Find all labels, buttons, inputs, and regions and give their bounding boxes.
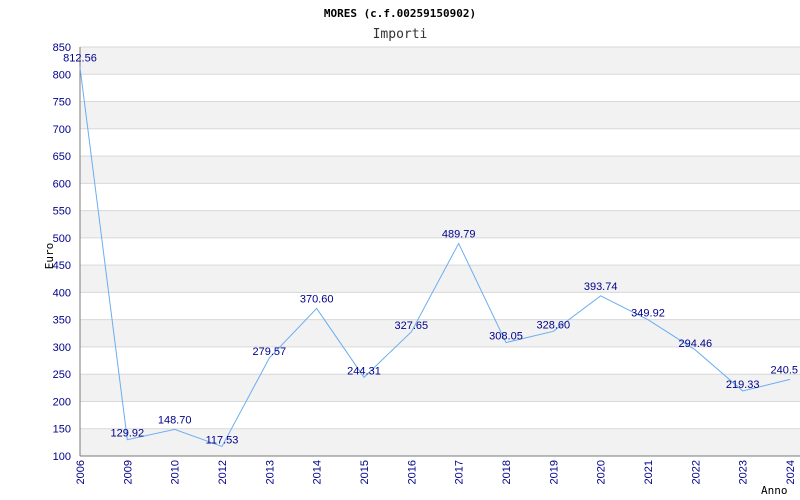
x-axis-ticks: 2006 2009 2010 2012 2013 2014 2015 2016 2017 2018… — [75, 460, 797, 484]
x-tick-label: 2019 — [548, 460, 560, 484]
line-chart: MORES (c.f.00259150902) Importi 100 150 20… — [43, 7, 800, 497]
x-tick-label: 2014 — [312, 460, 324, 484]
y-tick-label: 550 — [53, 206, 71, 218]
x-tick-label: 2010 — [170, 460, 182, 484]
x-tick-label: 2018 — [501, 460, 513, 484]
data-label: 370.60 — [300, 293, 334, 305]
chart-subtitle: Importi — [373, 27, 428, 42]
data-label: 148.70 — [158, 414, 192, 426]
y-tick-label: 150 — [53, 424, 71, 436]
y-tick-label: 350 — [53, 315, 71, 327]
x-tick-label: 2016 — [406, 460, 418, 484]
x-tick-label: 2021 — [643, 460, 655, 484]
data-label: 327.65 — [395, 320, 429, 332]
y-tick-label: 800 — [53, 69, 71, 81]
data-label: 279.57 — [253, 346, 287, 358]
data-label: 117.53 — [206, 434, 239, 446]
y-tick-label: 400 — [53, 287, 71, 299]
data-label: 393.74 — [584, 281, 618, 293]
x-axis-title: Anno — [761, 484, 788, 497]
grid-band — [80, 210, 800, 238]
y-tick-label: 250 — [53, 369, 71, 381]
x-tick-label: 2024 — [785, 460, 797, 484]
data-label: 308.05 — [489, 331, 523, 343]
x-tick-label: 2012 — [217, 460, 229, 484]
x-tick-label: 2013 — [264, 460, 276, 484]
data-label: 129.92 — [111, 428, 145, 440]
y-tick-label: 750 — [53, 97, 71, 109]
x-tick-label: 2015 — [359, 460, 371, 484]
chart-title: MORES (c.f.00259150902) — [324, 7, 476, 20]
data-label: 244.31 — [347, 365, 381, 377]
data-label: 294.46 — [679, 338, 713, 350]
x-tick-label: 2020 — [596, 460, 608, 484]
data-label: 328.60 — [537, 319, 571, 331]
grid-band — [80, 47, 800, 75]
y-tick-label: 200 — [53, 396, 71, 408]
data-label: 489.79 — [442, 228, 476, 240]
data-label: 219.33 — [726, 379, 760, 391]
grid-band — [80, 101, 800, 129]
grid-band — [80, 374, 800, 402]
x-tick-label: 2023 — [738, 460, 750, 484]
x-tick-label: 2009 — [122, 460, 134, 484]
y-tick-label: 600 — [53, 178, 71, 190]
x-tick-label: 2022 — [690, 460, 702, 484]
data-label: 812.56 — [63, 52, 97, 64]
y-tick-label: 100 — [53, 451, 71, 463]
y-tick-label: 700 — [53, 124, 71, 136]
grid-bands — [80, 47, 800, 456]
grid-band — [80, 156, 800, 184]
data-label: 240.5 — [770, 364, 798, 376]
y-axis-title: Euro — [43, 243, 56, 270]
x-tick-label: 2017 — [454, 460, 466, 484]
data-label: 349.92 — [631, 308, 665, 320]
x-tick-label: 2006 — [75, 460, 87, 484]
y-tick-label: 650 — [53, 151, 71, 163]
y-tick-label: 300 — [53, 342, 71, 354]
grid-band — [80, 428, 800, 456]
